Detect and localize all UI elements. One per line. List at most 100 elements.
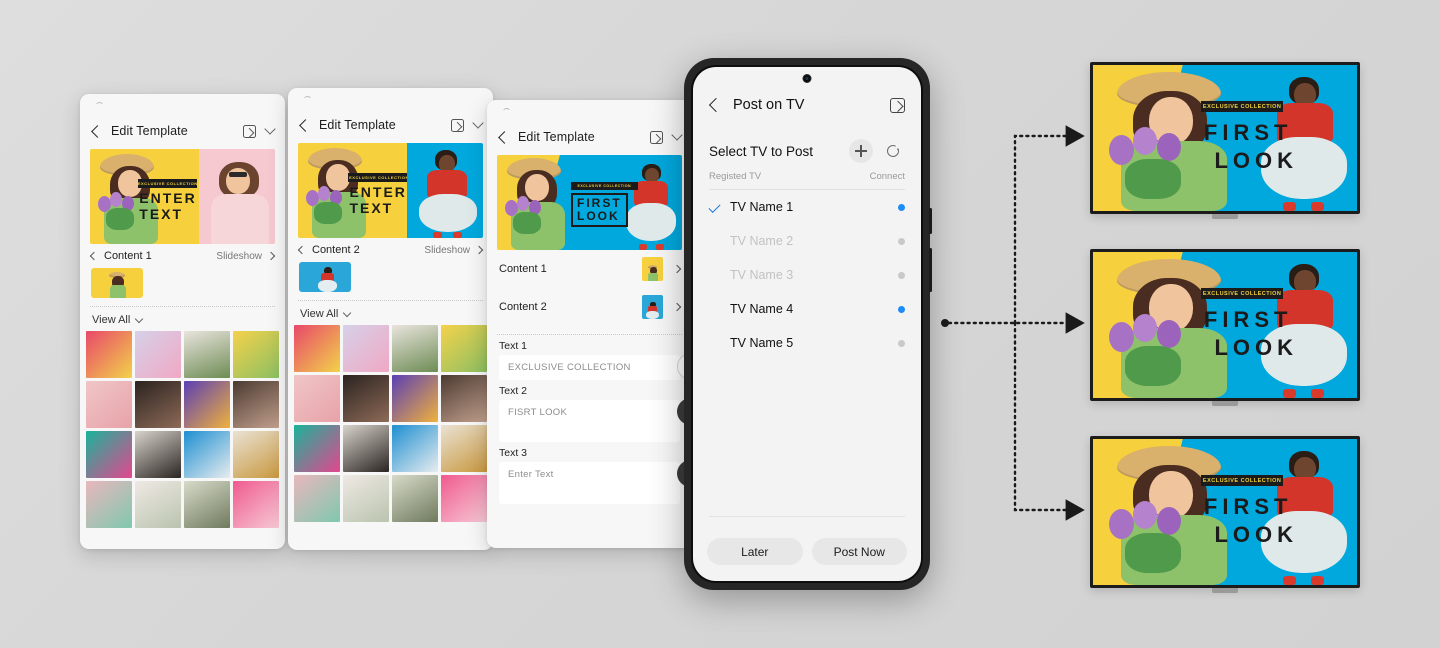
expand-icon[interactable] (451, 118, 464, 132)
grid-cell[interactable] (233, 331, 279, 378)
prev-icon[interactable] (297, 245, 307, 255)
tv-screen: EXCLUSIVE COLLECTION FIRST LOOK (1093, 65, 1357, 211)
grid-cell[interactable] (86, 380, 132, 428)
grid-cell[interactable] (392, 325, 438, 372)
power-button[interactable] (929, 248, 932, 292)
chevron-down-icon[interactable] (671, 129, 683, 141)
chevron-down-icon[interactable] (472, 117, 484, 129)
grid-cell[interactable] (233, 480, 279, 528)
back-icon[interactable] (708, 97, 724, 113)
grid-cell[interactable] (441, 424, 487, 472)
connect-status-dot[interactable] (898, 339, 905, 347)
grid-cell[interactable] (343, 424, 389, 472)
headline-line-2: LOOK (1214, 335, 1298, 360)
connect-status-dot[interactable] (898, 305, 905, 313)
template-grid[interactable] (288, 325, 493, 522)
grid-cell[interactable] (233, 430, 279, 478)
content-row-2[interactable]: Content 2 (487, 288, 692, 326)
grid-cell[interactable] (233, 380, 279, 428)
status-bar (288, 88, 493, 110)
content-nav-row[interactable]: Content 2 Slideshow (288, 238, 493, 258)
grid-cell[interactable] (86, 331, 132, 378)
content-label: Content 1 (104, 250, 152, 262)
view-all-button[interactable]: View All (288, 301, 493, 325)
grid-cell[interactable] (343, 374, 389, 422)
text-field-3[interactable]: Enter Text (499, 462, 680, 504)
grid-cell[interactable] (135, 380, 181, 428)
tv-list-item-1[interactable]: TV Name 1 (693, 190, 921, 224)
grid-cell[interactable] (135, 331, 181, 378)
later-button[interactable]: Later (707, 538, 803, 565)
headline-line-1: ENTER (349, 184, 407, 200)
preview-left-panel: EXCLUSIVE COLLECTION ENTER TEXT (90, 149, 200, 244)
editor-card-3[interactable]: Edit Template EXCLUSIVE COLLECTION FIRST… (487, 100, 692, 548)
grid-cell[interactable] (294, 374, 340, 422)
refresh-button[interactable] (881, 139, 905, 163)
add-tv-button[interactable] (849, 139, 873, 163)
back-icon[interactable] (498, 130, 511, 144)
grid-cell[interactable] (86, 480, 132, 528)
tv-list-item-2[interactable]: TV Name 2 (693, 224, 921, 258)
card-header: Edit Template (80, 116, 285, 146)
grid-cell[interactable] (184, 331, 230, 378)
expand-icon[interactable] (890, 97, 905, 113)
tv-list-item-4[interactable]: TV Name 4 (693, 292, 921, 326)
grid-cell[interactable] (184, 430, 230, 478)
editor-card-2[interactable]: Edit Template EXCLUSIVE COLLECTION ENTER… (288, 88, 493, 550)
grid-cell[interactable] (294, 474, 340, 522)
grid-cell[interactable] (184, 480, 230, 528)
slideshow-button[interactable]: Slideshow (216, 251, 276, 262)
grid-cell[interactable] (86, 430, 132, 478)
slideshow-button[interactable]: Slideshow (424, 245, 484, 256)
post-now-button[interactable]: Post Now (811, 538, 907, 565)
grid-cell[interactable] (135, 480, 181, 528)
grid-cell[interactable] (294, 325, 340, 372)
phone-screen: Post on TV Select TV to Post Registed TV… (693, 67, 921, 581)
expand-icon[interactable] (650, 130, 663, 144)
content-thumbnail[interactable] (642, 257, 663, 281)
grid-cell[interactable] (343, 474, 389, 522)
next-icon[interactable] (672, 302, 682, 312)
grid-cell[interactable] (343, 325, 389, 372)
selected-thumb-row[interactable] (80, 264, 285, 298)
tv-list-item-3[interactable]: TV Name 3 (693, 258, 921, 292)
content-row-1[interactable]: Content 1 (487, 250, 692, 288)
back-icon[interactable] (299, 118, 312, 132)
text-field-2[interactable]: FISRT LOOK (499, 400, 680, 442)
template-preview[interactable]: EXCLUSIVE COLLECTION ENTER TEXT (298, 143, 483, 238)
grid-cell[interactable] (441, 474, 487, 522)
view-all-label: View All (92, 314, 131, 326)
grid-cell[interactable] (441, 374, 487, 422)
grid-cell[interactable] (392, 424, 438, 472)
content-nav-row[interactable]: Content 1 Slideshow (80, 244, 285, 264)
text-field-1[interactable]: EXCLUSIVE COLLECTION (499, 355, 680, 380)
grid-cell[interactable] (294, 424, 340, 472)
template-preview[interactable]: EXCLUSIVE COLLECTION ENTER TEXT (90, 149, 275, 244)
grid-cell[interactable] (441, 325, 487, 372)
content-thumbnail[interactable] (299, 262, 351, 292)
template-grid[interactable] (80, 331, 285, 528)
headline-line-2: TEXT (349, 200, 394, 216)
grid-cell[interactable] (135, 430, 181, 478)
grid-cell[interactable] (392, 474, 438, 522)
next-icon[interactable] (672, 264, 682, 274)
banner-strip: EXCLUSIVE COLLECTION (571, 182, 638, 190)
connect-status-dot[interactable] (898, 203, 905, 211)
template-preview[interactable]: EXCLUSIVE COLLECTION FIRST LOOK (497, 155, 682, 250)
view-all-button[interactable]: View All (80, 307, 285, 331)
selected-thumb-row[interactable] (288, 258, 493, 292)
content-thumbnail[interactable] (642, 295, 663, 319)
back-icon[interactable] (91, 124, 104, 138)
connect-status-dot[interactable] (898, 237, 905, 245)
chevron-down-icon[interactable] (264, 123, 276, 135)
prev-icon[interactable] (89, 251, 99, 261)
grid-cell[interactable] (392, 374, 438, 422)
expand-icon[interactable] (243, 124, 256, 138)
tv-list-item-5[interactable]: TV Name 5 (693, 326, 921, 360)
volume-button[interactable] (929, 208, 932, 234)
banner-strip: EXCLUSIVE COLLECTION (1201, 288, 1284, 299)
grid-cell[interactable] (184, 380, 230, 428)
editor-card-1[interactable]: Edit Template EXCLUSIVE COLLECTION ENTER… (80, 94, 285, 549)
content-thumbnail[interactable] (91, 268, 143, 298)
connect-status-dot[interactable] (898, 271, 905, 279)
